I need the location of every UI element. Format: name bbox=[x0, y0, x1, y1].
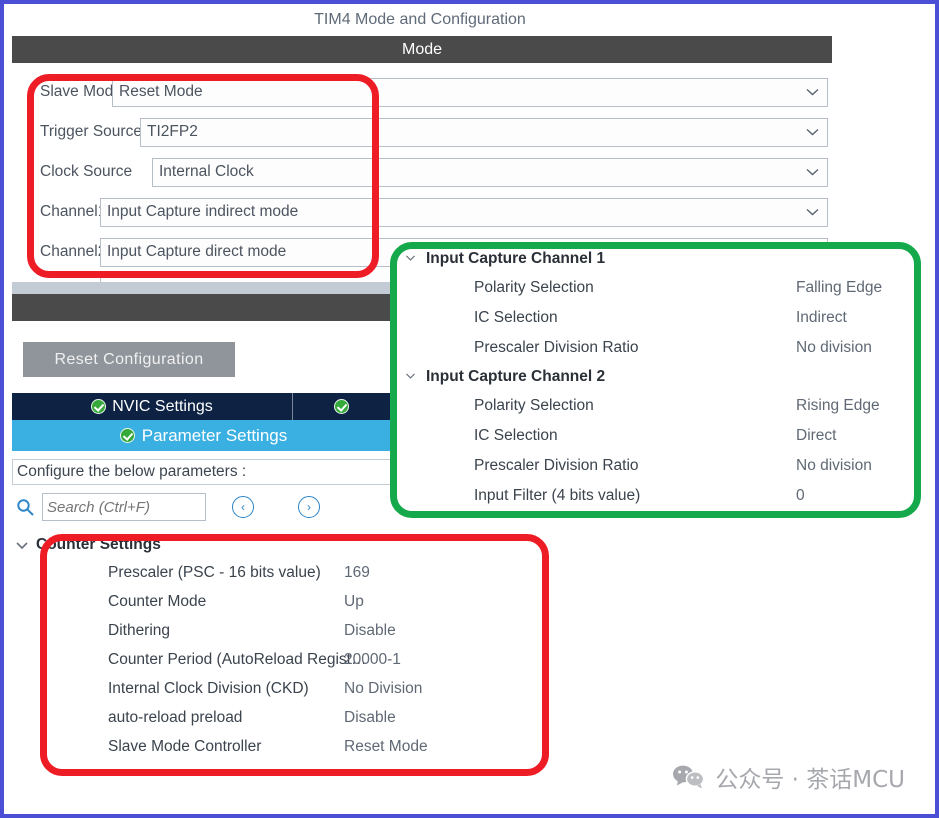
mode-row-label: Slave Mode bbox=[40, 83, 122, 100]
parameter-row[interactable]: Counter Period (AutoReload Regist… 20000-… bbox=[14, 645, 554, 674]
parameter-name: Internal Clock Division (CKD) bbox=[108, 679, 309, 697]
parameter-value[interactable]: No division bbox=[796, 339, 872, 357]
wechat-icon bbox=[672, 764, 706, 790]
mode-combobox[interactable]: Internal Clock bbox=[152, 157, 828, 187]
parameter-row[interactable]: Polarity Selection Falling Edge bbox=[396, 273, 917, 303]
search-icon bbox=[16, 498, 34, 516]
parameter-value[interactable]: 0 bbox=[796, 487, 805, 505]
mode-section-header-label: Mode bbox=[401, 40, 443, 58]
reset-configuration-button[interactable]: Reset Configuration bbox=[23, 342, 235, 377]
parameter-value[interactable]: No division bbox=[796, 457, 872, 475]
mode-row-label: Clock Source bbox=[40, 163, 133, 180]
parameter-value[interactable]: Up bbox=[344, 593, 364, 611]
parameter-value[interactable]: Falling Edge bbox=[796, 279, 882, 297]
tab-nvic-settings[interactable]: NVIC Settings bbox=[12, 393, 293, 420]
mode-row: Channel1 Input Capture indirect mode bbox=[12, 192, 834, 232]
search-input[interactable] bbox=[42, 493, 206, 521]
parameter-name: Polarity Selection bbox=[474, 397, 594, 414]
input-capture-parameter-panel: Input Capture Channel 1 Polarity Selectio… bbox=[396, 245, 917, 515]
parameter-name: Dithering bbox=[108, 621, 171, 639]
settings-tab-strip: NVIC Settings bbox=[12, 393, 395, 420]
mode-combobox-value: TI2FP2 bbox=[147, 123, 198, 140]
check-circle-icon bbox=[119, 428, 135, 443]
input-capture-group-label: Input Capture Channel 1 bbox=[426, 250, 606, 267]
parameter-name: Counter Mode bbox=[108, 592, 207, 610]
mode-row-label: Channel1 bbox=[40, 203, 107, 220]
mode-row-label: Trigger Source bbox=[40, 123, 142, 140]
parameter-value[interactable]: No Division bbox=[344, 680, 422, 698]
parameter-name: Prescaler Division Ratio bbox=[474, 457, 639, 474]
mode-row: Clock Source Internal Clock bbox=[12, 152, 834, 192]
input-capture-group-header[interactable]: Input Capture Channel 2 bbox=[396, 363, 917, 391]
stm32cubemx-tim4-configuration-screenshot: TIM4 Mode and Configuration Mode Slave M… bbox=[0, 0, 939, 818]
parameter-name: Input Filter (4 bits value) bbox=[474, 487, 641, 504]
parameter-row[interactable]: Prescaler Division Ratio No division bbox=[396, 333, 917, 363]
parameter-value[interactable]: Reset Mode bbox=[344, 738, 428, 756]
mode-combobox-value: Input Capture direct mode bbox=[107, 243, 287, 260]
configure-parameters-note-label: Configure the below parameters : bbox=[17, 463, 247, 480]
watermark-text: 公众号 · 茶话MCU bbox=[715, 767, 905, 793]
mode-row: Trigger Source TI2FP2 bbox=[12, 112, 834, 152]
parameter-row[interactable]: Prescaler (PSC - 16 bits value) 169 bbox=[14, 558, 554, 587]
check-circle-icon bbox=[91, 399, 107, 414]
parameter-name: Prescaler (PSC - 16 bits value) bbox=[108, 563, 321, 581]
chevron-down-icon bbox=[404, 251, 420, 267]
chevron-down-icon bbox=[806, 88, 819, 96]
parameter-value[interactable]: Indirect bbox=[796, 309, 847, 327]
parameter-name: Polarity Selection bbox=[474, 279, 594, 296]
parameter-row[interactable]: auto-reload preload Disable bbox=[14, 703, 554, 732]
input-capture-group-label: Input Capture Channel 2 bbox=[426, 368, 606, 385]
chevron-down-icon bbox=[404, 369, 420, 385]
counter-settings-group-header[interactable]: Counter Settings bbox=[14, 532, 554, 558]
mode-combobox-value: Input Capture indirect mode bbox=[107, 203, 299, 220]
search-previous-button[interactable]: ‹ bbox=[232, 496, 254, 518]
mode-combobox-value: Reset Mode bbox=[119, 83, 203, 100]
parameter-value[interactable]: 169 bbox=[344, 564, 370, 582]
tab-secondary[interactable] bbox=[293, 393, 395, 420]
parameter-name: Slave Mode Controller bbox=[108, 737, 262, 755]
mode-row-label: Channel2 bbox=[40, 243, 107, 260]
tab-parameter-settings-label: Parameter Settings bbox=[141, 425, 288, 445]
mode-combobox[interactable]: TI2FP2 bbox=[140, 117, 828, 147]
parameter-value[interactable]: Direct bbox=[796, 427, 836, 445]
configure-parameters-note: Configure the below parameters : bbox=[12, 459, 395, 485]
parameter-row[interactable]: IC Selection Direct bbox=[396, 421, 917, 451]
mode-section-header: Mode bbox=[12, 36, 832, 63]
parameter-row[interactable]: IC Selection Indirect bbox=[396, 303, 917, 333]
parameter-value[interactable]: Disable bbox=[344, 622, 396, 640]
tab-nvic-settings-label: NVIC Settings bbox=[112, 397, 213, 415]
check-circle-icon bbox=[333, 399, 349, 414]
chevron-down-icon bbox=[806, 128, 819, 136]
parameter-row[interactable]: Prescaler Division Ratio No division bbox=[396, 451, 917, 481]
mode-combobox[interactable]: Reset Mode bbox=[112, 77, 828, 107]
parameter-search-row: ‹ › bbox=[12, 491, 395, 523]
parameter-value[interactable]: Disable bbox=[344, 709, 396, 727]
parameter-row[interactable]: Input Filter (4 bits value) 0 bbox=[396, 481, 917, 511]
parameter-row[interactable]: Polarity Selection Rising Edge bbox=[396, 391, 917, 421]
mode-combobox-value: Internal Clock bbox=[159, 163, 254, 180]
parameter-value[interactable]: 20000-1 bbox=[344, 651, 401, 669]
parameter-value[interactable]: Rising Edge bbox=[796, 397, 880, 415]
parameter-name: IC Selection bbox=[474, 309, 558, 326]
parameter-row[interactable]: Internal Clock Division (CKD) No Division bbox=[14, 674, 554, 703]
search-next-button[interactable]: › bbox=[298, 496, 320, 518]
page-title: TIM4 Mode and Configuration bbox=[8, 6, 832, 34]
tab-parameter-settings[interactable]: Parameter Settings bbox=[12, 420, 395, 451]
watermark: 公众号 · 茶话MCU bbox=[672, 760, 905, 794]
parameter-name: auto-reload preload bbox=[108, 708, 243, 726]
chevron-down-icon bbox=[806, 168, 819, 176]
chevron-down-icon bbox=[806, 208, 819, 216]
counter-settings-group-label: Counter Settings bbox=[36, 536, 161, 553]
parameter-name: IC Selection bbox=[474, 427, 558, 444]
chevron-down-icon bbox=[14, 537, 30, 553]
parameter-name: Prescaler Division Ratio bbox=[474, 339, 639, 356]
parameter-row[interactable]: Slave Mode Controller Reset Mode bbox=[14, 732, 554, 761]
mode-row: Slave Mode Reset Mode bbox=[12, 72, 834, 112]
parameter-row[interactable]: Dithering Disable bbox=[14, 616, 554, 645]
parameter-name: Counter Period (AutoReload Regist… bbox=[108, 650, 367, 668]
mode-combobox[interactable]: Input Capture indirect mode bbox=[100, 197, 828, 227]
parameter-row[interactable]: Counter Mode Up bbox=[14, 587, 554, 616]
input-capture-group-header[interactable]: Input Capture Channel 1 bbox=[396, 245, 917, 273]
counter-settings-tree: Counter Settings Prescaler (PSC - 16 bit… bbox=[14, 532, 554, 761]
